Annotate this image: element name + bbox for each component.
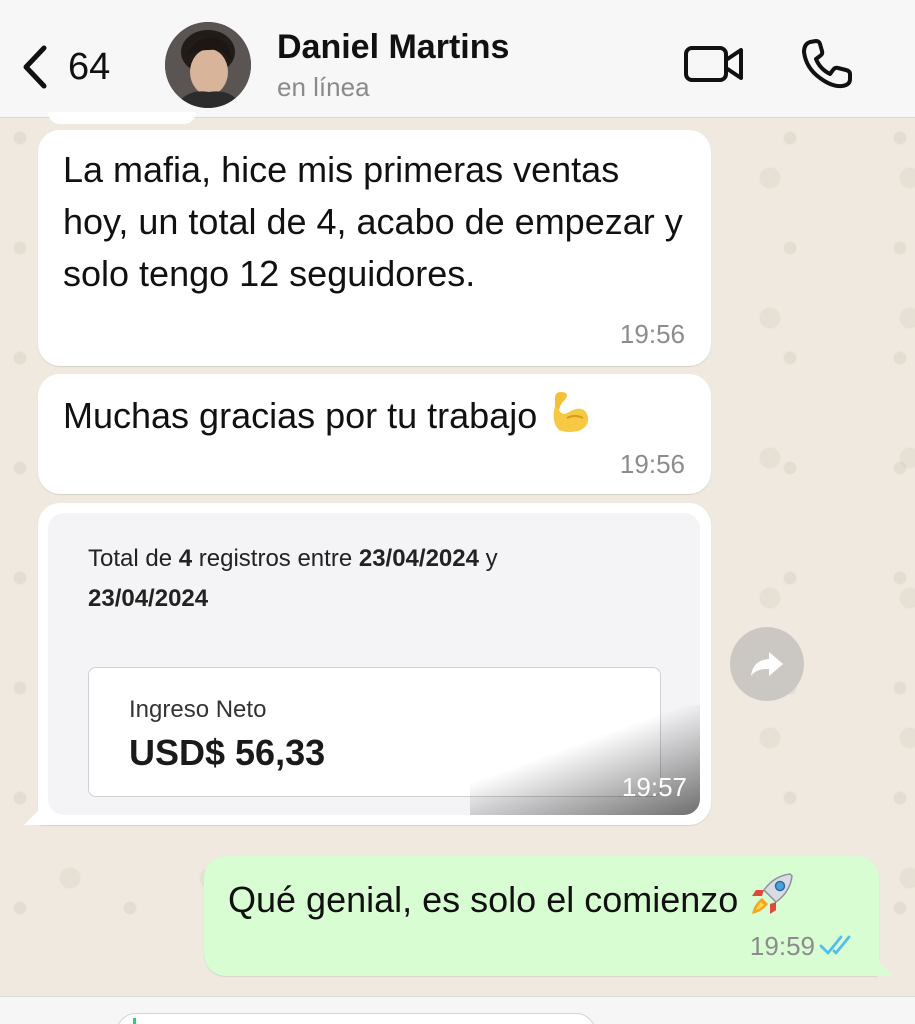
double-check-read-icon [819, 935, 851, 955]
message-bubble-outgoing[interactable]: Qué genial, es solo el comienzo 19:59 [204, 856, 893, 976]
message-bubble-incoming[interactable]: La mafia, hice mis primeras ventas hoy, … [38, 130, 711, 366]
phone-icon [802, 39, 852, 89]
message-text: Qué genial, es solo el comienzo [228, 879, 739, 920]
contact-status: en línea [277, 72, 370, 102]
back-button[interactable]: 64 [18, 40, 128, 94]
message-time: 19:56 [619, 319, 685, 349]
unread-count: 64 [68, 45, 111, 88]
video-camera-icon [684, 46, 743, 82]
composer-bar [0, 996, 915, 1024]
message-text: Muchas gracias por tu trabajo [63, 395, 538, 436]
flexed-biceps-icon [553, 392, 589, 432]
net-income-value: USD$ 56,33 [129, 732, 326, 773]
forward-arrow-icon [751, 652, 783, 676]
image-message-bubble[interactable]: Total de 4 registros entre 23/04/2024 y … [24, 503, 711, 825]
message-time: 19:57 [621, 772, 687, 802]
message-input[interactable] [116, 1013, 596, 1024]
image-attachment[interactable]: Total de 4 registros entre 23/04/2024 y … [48, 513, 700, 815]
contact-name[interactable]: Daniel Martins [277, 28, 509, 67]
chevron-left-icon [23, 45, 47, 89]
forward-button[interactable] [730, 627, 804, 701]
chat-header: 64 Daniel Martins en línea [0, 0, 915, 118]
previous-message-edge [48, 112, 196, 124]
avatar[interactable] [165, 22, 251, 108]
message-time: 19:59 [749, 931, 815, 961]
message-time: 19:56 [619, 449, 685, 479]
message-bubble-incoming[interactable]: Muchas gracias por tu trabajo 19:56 [38, 374, 711, 494]
net-income-label: Ingreso Neto [129, 696, 267, 723]
message-text: La mafia, hice mis primeras ventas hoy, … [63, 149, 683, 294]
video-call-button[interactable] [683, 40, 745, 88]
voice-call-button[interactable] [800, 38, 854, 90]
records-summary: Total de 4 registros entre 23/04/2024 y … [88, 545, 498, 612]
rocket-icon [752, 873, 794, 914]
text-cursor [133, 1018, 136, 1024]
